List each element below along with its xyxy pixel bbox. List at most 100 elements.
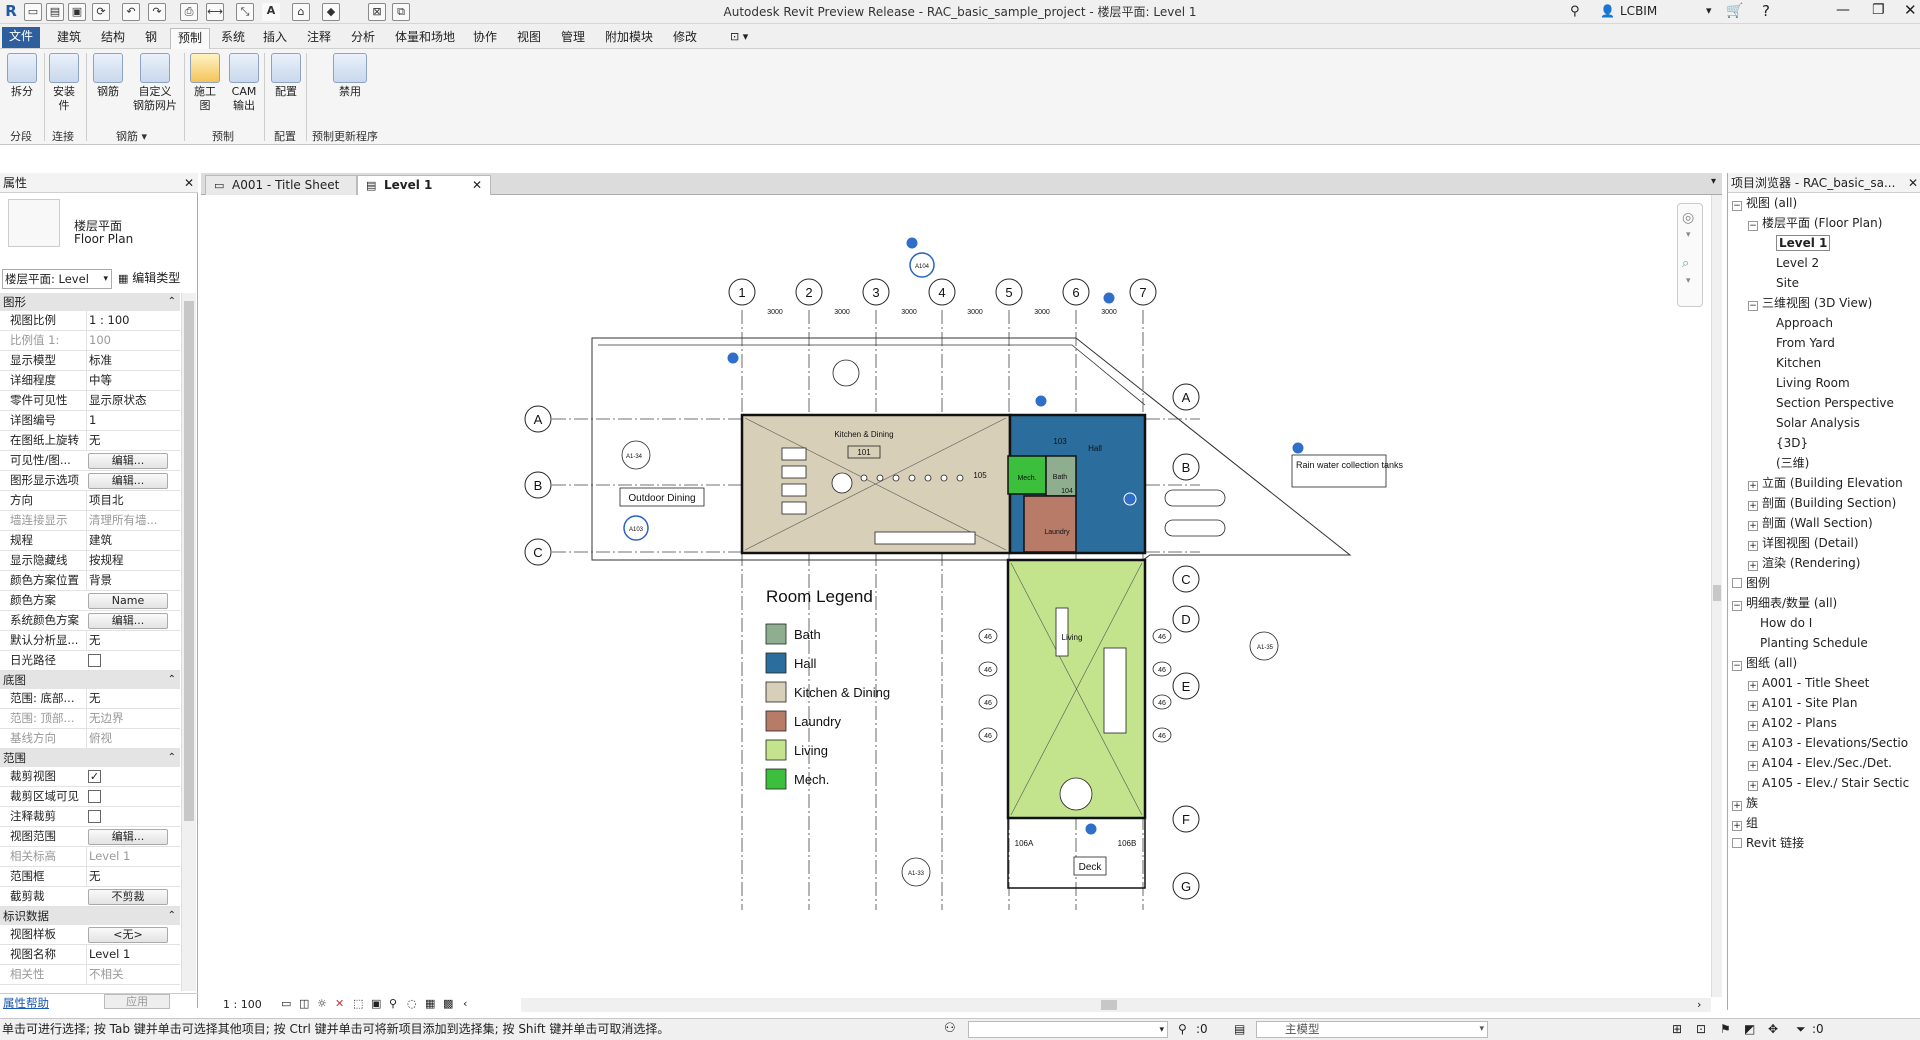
node-icon[interactable] bbox=[1732, 578, 1742, 588]
shop-drawing-button[interactable]: 施工 图 bbox=[188, 53, 222, 113]
select-links-icon[interactable]: ⊞ bbox=[1672, 1019, 1682, 1039]
expand-icon[interactable]: + bbox=[1748, 741, 1758, 751]
ribbon-options-icon[interactable]: ⊡ ▾ bbox=[730, 30, 748, 43]
scroll-right-icon[interactable]: › bbox=[1697, 998, 1701, 1011]
browser-node[interactable]: From Yard bbox=[1764, 335, 1835, 351]
expand-icon[interactable]: + bbox=[1748, 501, 1758, 511]
property-edit-button[interactable]: <无> bbox=[88, 927, 168, 943]
properties-help-link[interactable]: 属性帮助 bbox=[3, 995, 49, 1011]
collapse-icon[interactable]: − bbox=[1748, 221, 1758, 231]
section-extents[interactable]: 范围 ⌃ bbox=[0, 749, 180, 767]
browser-node[interactable]: + 族 bbox=[1732, 795, 1758, 811]
drawing-canvas[interactable]: 1 3000 2 3000 3 3000 4 3000 5 3000 6 3000 7 A B C A B C D E F… bbox=[201, 195, 1711, 997]
drag-elements-icon[interactable]: ✥ bbox=[1768, 1019, 1778, 1039]
property-value[interactable]: 按规程 bbox=[86, 551, 180, 570]
browser-node[interactable]: Level 1 bbox=[1764, 235, 1831, 251]
browser-node[interactable]: − 三维视图 (3D View) bbox=[1748, 295, 1872, 311]
expand-icon[interactable]: + bbox=[1732, 821, 1742, 831]
section-graphics[interactable]: 图形 ⌃ bbox=[0, 293, 180, 311]
browser-node[interactable]: + A103 - Elevations/Sectio bbox=[1748, 735, 1908, 751]
browser-node[interactable]: + A102 - Plans bbox=[1748, 715, 1837, 731]
tab-menu-icon[interactable]: ▾ bbox=[1711, 176, 1716, 187]
section-underlay[interactable]: 底图 ⌃ bbox=[0, 671, 180, 689]
detail-level-icon[interactable]: ▭ bbox=[281, 997, 291, 1011]
browser-node[interactable]: + 组 bbox=[1732, 815, 1758, 831]
browser-node[interactable]: 图例 bbox=[1732, 575, 1770, 591]
chevron-down-icon[interactable]: ▾ bbox=[1686, 276, 1691, 286]
install-part-button[interactable]: 安装 件 bbox=[44, 53, 84, 113]
close-browser-icon[interactable]: ✕ bbox=[1908, 173, 1918, 193]
apply-button[interactable]: 应用 bbox=[104, 994, 170, 1009]
tab-architecture[interactable]: 建筑 bbox=[50, 28, 88, 49]
filter-icon[interactable]: ⚲ bbox=[1178, 1019, 1187, 1039]
lock-3d-icon[interactable]: ⚲ bbox=[389, 997, 397, 1011]
select-by-face-icon[interactable]: ◩ bbox=[1744, 1019, 1755, 1039]
property-edit-button[interactable]: 编辑... bbox=[88, 613, 168, 629]
scroll-thumb[interactable] bbox=[184, 301, 194, 821]
split-button[interactable]: 拆分 bbox=[4, 53, 40, 99]
tab-a001-title-sheet[interactable]: ▭ A001 - Title Sheet bbox=[205, 175, 357, 195]
property-edit-button[interactable]: 编辑... bbox=[88, 473, 168, 489]
tab-annotate[interactable]: 注释 bbox=[300, 28, 338, 49]
tab-view[interactable]: 视图 bbox=[510, 28, 548, 49]
canvas-hscrollbar[interactable]: › bbox=[521, 998, 1711, 1012]
property-value[interactable]: 中等 bbox=[86, 371, 180, 390]
search-icon[interactable]: ⚲ bbox=[1570, 4, 1580, 19]
browser-node[interactable]: + A001 - Title Sheet bbox=[1748, 675, 1869, 691]
properties-scrollbar[interactable] bbox=[181, 293, 196, 991]
collapse-icon[interactable]: ⌃ bbox=[168, 293, 176, 311]
view-scale[interactable]: 1 : 100 bbox=[223, 998, 262, 1012]
browser-node[interactable]: Kitchen bbox=[1764, 355, 1821, 371]
browser-node[interactable]: Living Room bbox=[1764, 375, 1850, 391]
collapse-icon[interactable]: ⌃ bbox=[168, 907, 176, 925]
collapse-icon[interactable]: − bbox=[1732, 661, 1742, 671]
browser-node[interactable]: − 视图 (all) bbox=[1732, 195, 1797, 211]
help-icon[interactable]: ? bbox=[1762, 2, 1770, 20]
tab-analyze[interactable]: 分析 bbox=[344, 28, 382, 49]
browser-node[interactable]: + A104 - Elev./Sec./Det. bbox=[1748, 755, 1892, 771]
tab-level-1[interactable]: ▤ Level 1 ✕ bbox=[357, 175, 491, 195]
type-selector[interactable]: 楼层平面: Level ▾ bbox=[2, 269, 112, 289]
browser-node[interactable]: + 剖面 (Wall Section) bbox=[1748, 515, 1873, 531]
browser-node[interactable]: + 渲染 (Rendering) bbox=[1748, 555, 1860, 571]
property-value[interactable]: 项目北 bbox=[86, 491, 180, 510]
canvas-vscrollbar[interactable] bbox=[1711, 195, 1722, 997]
cart-icon[interactable]: 🛒 bbox=[1726, 3, 1743, 19]
close-properties-icon[interactable]: ✕ bbox=[184, 173, 194, 193]
browser-node[interactable]: Site bbox=[1764, 275, 1799, 291]
show-crop-icon[interactable]: ▣ bbox=[371, 997, 381, 1011]
property-checkbox[interactable]: ✓ bbox=[88, 770, 101, 783]
browser-node[interactable]: − 图纸 (all) bbox=[1732, 655, 1797, 671]
browser-node[interactable]: (三维) bbox=[1764, 455, 1809, 471]
browser-node[interactable]: + A101 - Site Plan bbox=[1748, 695, 1857, 711]
collapse-icon[interactable]: − bbox=[1748, 301, 1758, 311]
expand-icon[interactable]: + bbox=[1748, 481, 1758, 491]
shadows-icon[interactable]: ✕ bbox=[335, 997, 344, 1011]
tab-collaborate[interactable]: 协作 bbox=[466, 28, 504, 49]
zoom-icon[interactable]: ⌕ bbox=[1682, 256, 1689, 271]
tab-insert[interactable]: 插入 bbox=[256, 28, 294, 49]
steering-wheel-icon[interactable]: ◎ bbox=[1682, 210, 1694, 226]
browser-node[interactable]: + 详图视图 (Detail) bbox=[1748, 535, 1859, 551]
property-value[interactable]: 标准 bbox=[86, 351, 180, 370]
browser-node[interactable]: Section Perspective bbox=[1764, 395, 1894, 411]
property-value[interactable]: 无 bbox=[86, 631, 180, 650]
expand-icon[interactable]: + bbox=[1748, 761, 1758, 771]
property-edit-button[interactable]: 编辑... bbox=[88, 829, 168, 845]
navigation-bar[interactable]: ◎ ▾ ⌕ ▾ bbox=[1677, 203, 1703, 307]
collapse-icon[interactable]: ⌃ bbox=[168, 749, 176, 767]
property-checkbox[interactable] bbox=[88, 790, 101, 803]
close-tab-icon[interactable]: ✕ bbox=[472, 176, 482, 195]
tab-modify[interactable]: 修改 bbox=[666, 28, 704, 49]
collapse-icon[interactable]: − bbox=[1732, 601, 1742, 611]
browser-node[interactable]: + 剖面 (Building Section) bbox=[1748, 495, 1896, 511]
floor-plan-drawing[interactable]: 1 3000 2 3000 3 3000 4 3000 5 3000 6 3000 7 A B C A B C D E F… bbox=[201, 195, 1711, 997]
group-rebar[interactable]: 钢筋 ▾ bbox=[116, 128, 147, 144]
crop-region-icon[interactable]: ⬚ bbox=[353, 997, 363, 1011]
tab-file[interactable]: 文件 bbox=[2, 27, 41, 48]
browser-node[interactable]: − 楼层平面 (Floor Plan) bbox=[1748, 215, 1882, 231]
design-option-dropdown[interactable]: 主模型 ▾ bbox=[1256, 1021, 1488, 1038]
browser-node[interactable]: Level 2 bbox=[1764, 255, 1819, 271]
user-name[interactable]: LCBIM bbox=[1620, 4, 1657, 18]
tab-steel[interactable]: 钢 bbox=[138, 28, 164, 49]
